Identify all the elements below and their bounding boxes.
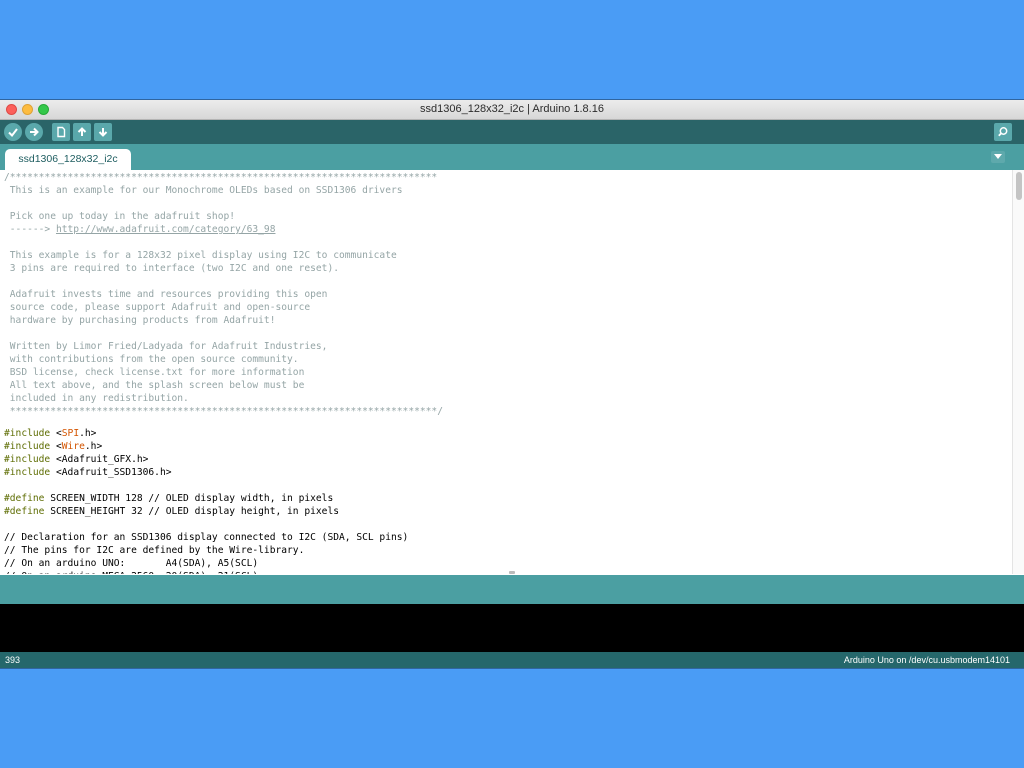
- code-token: #include: [4, 428, 51, 439]
- code-token: SCREEN_HEIGHT 32 // OLED display height,…: [44, 506, 340, 517]
- arduino-ide-window: ssd1306_128x32_i2c | Arduino 1.8.16 ssd1…: [0, 100, 1024, 668]
- toolbar: [0, 120, 1024, 144]
- code-token: with contributions from the open source …: [4, 354, 299, 365]
- code-editor[interactable]: /***************************************…: [0, 170, 1012, 574]
- tab-ssd1306-128x32-i2c[interactable]: ssd1306_128x32_i2c: [5, 149, 131, 170]
- code-token: #define: [4, 493, 45, 504]
- code-line: #include <Wire.h>: [4, 440, 102, 453]
- code-token: hardware by purchasing products from Ada…: [4, 315, 276, 326]
- arrow-down-icon: [98, 128, 108, 137]
- code-line: with contributions from the open source …: [4, 353, 299, 366]
- code-line: hardware by purchasing products from Ada…: [4, 314, 276, 327]
- code-line: Written by Limor Fried/Ladyada for Adafr…: [4, 340, 328, 353]
- board-port-info: Arduino Uno on /dev/cu.usbmodem14101: [843, 655, 1010, 665]
- code-line: BSD license, check license.txt for more …: [4, 366, 305, 379]
- code-token: Written by Limor Fried/Ladyada for Adafr…: [4, 341, 328, 352]
- arrow-right-icon: [30, 127, 39, 137]
- code-line: #define SCREEN_HEIGHT 32 // OLED display…: [4, 505, 339, 518]
- code-line: /***************************************…: [4, 171, 437, 184]
- code-token: #include: [4, 454, 51, 465]
- code-line: ****************************************…: [4, 405, 443, 418]
- code-token: /***************************************…: [4, 172, 438, 183]
- scrollbar-thumb[interactable]: [1016, 172, 1022, 200]
- serial-monitor-button[interactable]: [994, 123, 1012, 141]
- code-token: // On an arduino UNO: A4(SDA), A5(SCL): [4, 558, 259, 569]
- code-token: #define: [4, 506, 45, 517]
- code-token: <: [50, 441, 62, 452]
- code-token: .h>: [84, 441, 103, 452]
- code-token: // The pins for I2C are defined by the W…: [4, 545, 305, 556]
- code-token: This is an example for our Monochrome OL…: [4, 185, 403, 196]
- triangle-down-icon: [994, 154, 1002, 159]
- title-bar[interactable]: ssd1306_128x32_i2c | Arduino 1.8.16: [0, 100, 1024, 120]
- new-sketch-button[interactable]: [52, 123, 70, 141]
- code-token: ****************************************…: [4, 406, 443, 417]
- line-number: 393: [5, 655, 21, 665]
- code-token: This example is for a 128x32 pixel displ…: [4, 250, 397, 261]
- code-line: // Declaration for an SSD1306 display co…: [4, 531, 408, 544]
- code-token: ------>: [4, 224, 56, 235]
- pane-resize-handle[interactable]: [509, 571, 515, 574]
- new-file-icon: [57, 126, 66, 138]
- code-line: Pick one up today in the adafruit shop!: [4, 210, 235, 223]
- message-area: [0, 575, 1024, 604]
- code-token: SPI: [61, 428, 80, 439]
- code-line: included in any redistribution.: [4, 392, 189, 405]
- code-token: // Declaration for an SSD1306 display co…: [4, 532, 409, 543]
- code-line: // The pins for I2C are defined by the W…: [4, 544, 304, 557]
- code-link[interactable]: http://www.adafruit.com/category/63_98: [56, 224, 276, 235]
- code-line: #include <SPI.h>: [4, 427, 96, 440]
- code-token: #include: [4, 441, 51, 452]
- verify-button[interactable]: [4, 123, 22, 141]
- code-line: This example is for a 128x32 pixel displ…: [4, 249, 397, 262]
- code-line: #include <Adafruit_SSD1306.h>: [4, 466, 172, 479]
- code-line: All text above, and the splash screen be…: [4, 379, 305, 392]
- code-line: 3 pins are required to interface (two I2…: [4, 262, 339, 275]
- code-token: Wire: [61, 441, 85, 452]
- code-token: <Adafruit_GFX.h>: [50, 454, 149, 465]
- code-token: #include: [4, 467, 51, 478]
- code-token: Adafruit invests time and resources prov…: [4, 289, 328, 300]
- code-line: source code, please support Adafruit and…: [4, 301, 310, 314]
- code-token: <Adafruit_SSD1306.h>: [50, 467, 172, 478]
- code-token: // On an arduino MEGA 2560: 20(SDA), 21(…: [4, 571, 258, 574]
- code-token: included in any redistribution.: [4, 393, 189, 404]
- code-token: source code, please support Adafruit and…: [4, 302, 311, 313]
- code-line: Adafruit invests time and resources prov…: [4, 288, 328, 301]
- code-token: <: [50, 428, 62, 439]
- code-line: ------> http://www.adafruit.com/category…: [4, 223, 276, 236]
- magnifier-icon: [998, 127, 1008, 137]
- status-bar: 393 Arduino Uno on /dev/cu.usbmodem14101: [0, 652, 1024, 668]
- code-line: // On an arduino UNO: A4(SDA), A5(SCL): [4, 557, 258, 570]
- console-output[interactable]: [0, 604, 1024, 652]
- open-sketch-button[interactable]: [73, 123, 91, 141]
- tab-menu-button[interactable]: [991, 151, 1005, 163]
- code-token: All text above, and the splash screen be…: [4, 380, 305, 391]
- code-token: .h>: [79, 428, 97, 439]
- code-line: // On an arduino MEGA 2560: 20(SDA), 21(…: [4, 570, 258, 574]
- code-token: SCREEN_WIDTH 128 // OLED display width, …: [44, 493, 334, 504]
- tab-bar: ssd1306_128x32_i2c: [0, 144, 1024, 170]
- code-line: #include <Adafruit_GFX.h>: [4, 453, 148, 466]
- code-token: BSD license, check license.txt for more …: [4, 367, 305, 378]
- code-line: #define SCREEN_WIDTH 128 // OLED display…: [4, 492, 333, 505]
- code-line: This is an example for our Monochrome OL…: [4, 184, 403, 197]
- code-token: Pick one up today in the adafruit shop!: [4, 211, 236, 222]
- arrow-up-icon: [77, 127, 87, 136]
- save-sketch-button[interactable]: [94, 123, 112, 141]
- code-token: 3 pins are required to interface (two I2…: [4, 263, 340, 274]
- upload-button[interactable]: [25, 123, 43, 141]
- editor-scrollbar[interactable]: [1012, 170, 1024, 574]
- checkmark-icon: [8, 128, 18, 138]
- window-title: ssd1306_128x32_i2c | Arduino 1.8.16: [420, 103, 604, 115]
